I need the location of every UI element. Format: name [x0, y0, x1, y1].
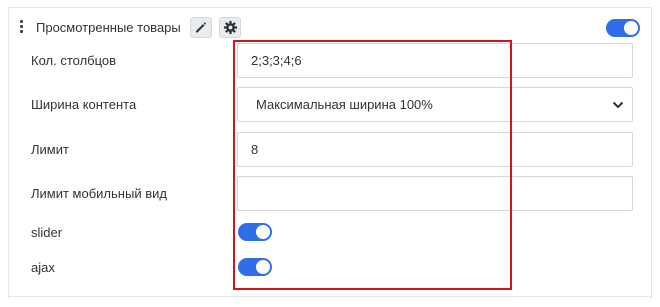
- slider-label: slider: [31, 225, 63, 240]
- chevron-down-icon: [612, 101, 624, 109]
- toggle-knob: [624, 21, 638, 35]
- panel-border: [8, 7, 9, 299]
- highlight-frame: [233, 40, 512, 290]
- edit-button[interactable]: [190, 17, 212, 38]
- drag-handle-icon[interactable]: [18, 20, 26, 34]
- module-enabled-toggle[interactable]: [606, 19, 640, 37]
- columns-label: Кол. столбцов: [31, 53, 117, 68]
- module-panel: Просмотренные товары Кол. столбцов 2;3;3…: [0, 0, 660, 307]
- limit-label: Лимит: [31, 142, 69, 157]
- pencil-icon: [196, 22, 207, 33]
- content-width-label: Ширина контента: [31, 97, 137, 112]
- gear-icon: [223, 20, 238, 35]
- mobile-limit-label: Лимит мобильный вид: [31, 186, 167, 201]
- settings-button[interactable]: [219, 17, 241, 38]
- module-header: Просмотренные товары: [18, 15, 642, 41]
- panel-border: [8, 7, 652, 8]
- ajax-label: ajax: [31, 260, 55, 275]
- panel-border: [8, 296, 652, 297]
- module-title: Просмотренные товары: [36, 20, 181, 35]
- panel-border: [651, 7, 652, 299]
